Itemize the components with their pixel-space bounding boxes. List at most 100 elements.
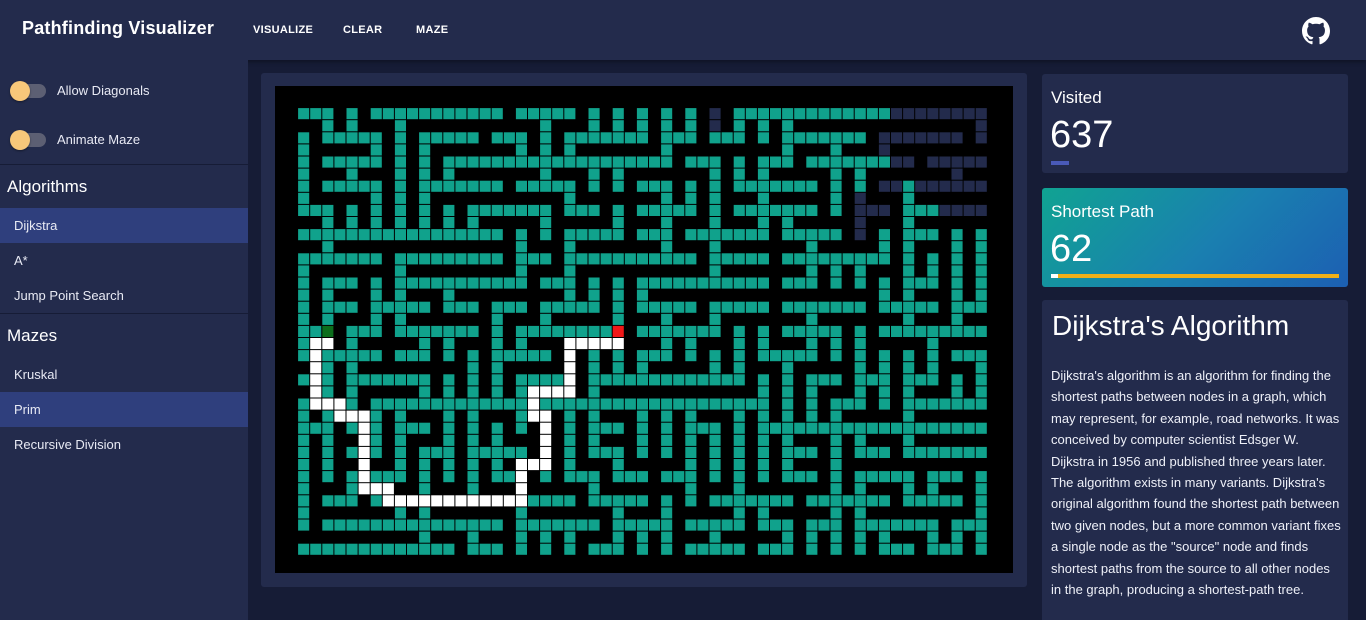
visited-cell[interactable] [733,434,745,446]
visited-cell[interactable] [891,301,903,313]
visited-cell[interactable] [624,398,636,410]
visited-cell[interactable] [443,459,455,471]
unvisited-cell[interactable] [709,120,721,132]
unvisited-cell[interactable] [866,204,878,216]
visited-cell[interactable] [394,313,406,325]
visited-cell[interactable] [866,253,878,265]
visited-cell[interactable] [394,192,406,204]
visited-cell[interactable] [346,204,358,216]
visited-cell[interactable] [588,495,600,507]
visited-cell[interactable] [612,350,624,362]
visited-cell[interactable] [951,277,963,289]
visited-cell[interactable] [854,338,866,350]
visited-cell[interactable] [370,229,382,241]
visited-cell[interactable] [878,362,890,374]
path-cell[interactable] [600,338,612,350]
visited-cell[interactable] [842,108,854,120]
visited-cell[interactable] [503,446,515,458]
visited-cell[interactable] [697,277,709,289]
visited-cell[interactable] [661,241,673,253]
visited-cell[interactable] [443,168,455,180]
path-cell[interactable] [358,422,370,434]
visited-cell[interactable] [407,374,419,386]
visited-cell[interactable] [431,398,443,410]
visited-cell[interactable] [334,277,346,289]
visited-cell[interactable] [806,277,818,289]
visited-cell[interactable] [745,253,757,265]
visited-cell[interactable] [685,229,697,241]
visited-cell[interactable] [358,519,370,531]
visited-cell[interactable] [830,398,842,410]
visited-cell[interactable] [709,471,721,483]
visited-cell[interactable] [322,459,334,471]
visited-cell[interactable] [963,350,975,362]
visited-cell[interactable] [636,132,648,144]
visited-cell[interactable] [419,144,431,156]
unvisited-cell[interactable] [951,156,963,168]
visited-cell[interactable] [394,471,406,483]
visited-cell[interactable] [685,434,697,446]
visited-cell[interactable] [298,459,310,471]
visited-cell[interactable] [733,156,745,168]
visited-cell[interactable] [564,156,576,168]
visited-cell[interactable] [975,531,987,543]
path-cell[interactable] [310,398,322,410]
visited-cell[interactable] [491,277,503,289]
visited-cell[interactable] [491,350,503,362]
visited-cell[interactable] [382,543,394,555]
visited-cell[interactable] [503,301,515,313]
visited-cell[interactable] [576,253,588,265]
visited-cell[interactable] [842,301,854,313]
path-cell[interactable] [564,362,576,374]
visited-cell[interactable] [685,422,697,434]
visited-cell[interactable] [382,301,394,313]
visited-cell[interactable] [963,519,975,531]
visited-cell[interactable] [745,301,757,313]
path-cell[interactable] [358,446,370,458]
visited-cell[interactable] [830,253,842,265]
visited-cell[interactable] [443,386,455,398]
visited-cell[interactable] [394,168,406,180]
visited-cell[interactable] [661,350,673,362]
visited-cell[interactable] [443,217,455,229]
visited-cell[interactable] [600,253,612,265]
visited-cell[interactable] [975,495,987,507]
visited-cell[interactable] [685,446,697,458]
visited-cell[interactable] [431,543,443,555]
visited-cell[interactable] [661,325,673,337]
visited-cell[interactable] [624,156,636,168]
visited-cell[interactable] [915,277,927,289]
visited-cell[interactable] [491,434,503,446]
visited-cell[interactable] [346,120,358,132]
visited-cell[interactable] [733,471,745,483]
visited-cell[interactable] [334,229,346,241]
visited-cell[interactable] [322,217,334,229]
unvisited-cell[interactable] [854,192,866,204]
visited-cell[interactable] [358,350,370,362]
visited-cell[interactable] [515,410,527,422]
visited-cell[interactable] [612,459,624,471]
visited-cell[interactable] [455,156,467,168]
visited-cell[interactable] [467,531,479,543]
visited-cell[interactable] [467,253,479,265]
visited-cell[interactable] [443,519,455,531]
visited-cell[interactable] [927,301,939,313]
visited-cell[interactable] [419,108,431,120]
visited-cell[interactable] [794,471,806,483]
visited-cell[interactable] [346,362,358,374]
unvisited-cell[interactable] [939,156,951,168]
visited-cell[interactable] [794,229,806,241]
visited-cell[interactable] [854,168,866,180]
path-cell[interactable] [358,410,370,422]
unvisited-cell[interactable] [939,108,951,120]
visited-cell[interactable] [552,325,564,337]
visited-cell[interactable] [770,156,782,168]
unvisited-cell[interactable] [878,144,890,156]
visited-cell[interactable] [491,108,503,120]
visited-cell[interactable] [588,229,600,241]
visited-cell[interactable] [346,301,358,313]
visited-cell[interactable] [467,519,479,531]
visited-cell[interactable] [806,543,818,555]
visited-cell[interactable] [927,531,939,543]
visited-cell[interactable] [685,156,697,168]
